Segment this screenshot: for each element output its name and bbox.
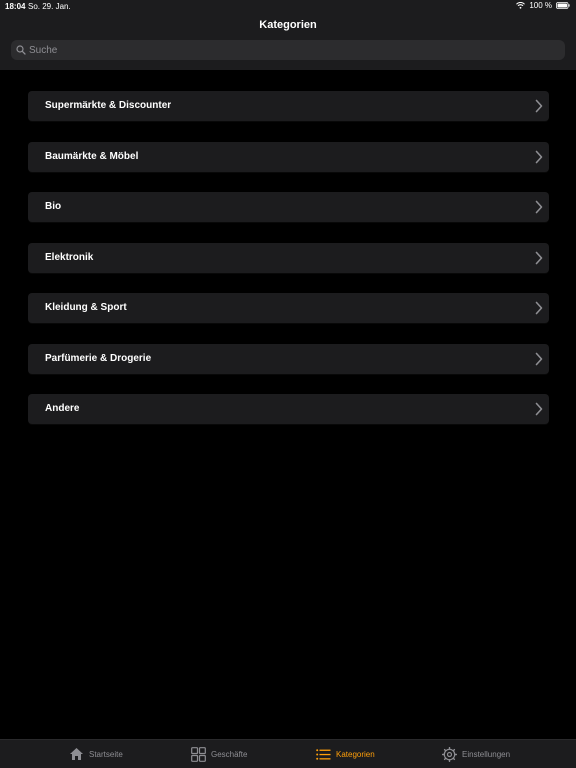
tab-einstellungen[interactable]: Einstellungen (442, 745, 510, 763)
status-time: 18:04 (5, 2, 26, 11)
category-label: Supermärkte & Discounter (45, 100, 172, 111)
battery-percentage: 100 % (529, 1, 552, 10)
category-item-bio[interactable]: Bio (28, 192, 549, 222)
tab-label: Einstellungen (462, 749, 511, 759)
category-item-baumaerkte[interactable]: Baumärkte & Möbel (28, 141, 549, 172)
gear-icon (442, 746, 457, 762)
category-item-kleidung[interactable]: Kleidung & Sport (28, 293, 549, 323)
tab-geschaefte[interactable]: Geschäfte (191, 745, 247, 763)
status-indicators: 100 % (516, 1, 570, 10)
category-item-elektronik[interactable]: Elektronik (28, 242, 549, 273)
grid-icon (191, 746, 206, 762)
status-bar: 18:04 So. 29. Jan. 100 % (0, 0, 576, 14)
chevron-right-icon (535, 150, 543, 164)
category-label: Andere (45, 403, 80, 414)
house-icon (69, 747, 84, 761)
search-bar[interactable] (11, 40, 565, 60)
chevron-right-icon (535, 251, 543, 265)
chevron-right-icon (535, 99, 543, 113)
tab-kategorien[interactable]: Kategorien (316, 745, 375, 763)
search-input[interactable] (29, 44, 529, 56)
category-label: Bio (45, 201, 62, 212)
category-label: Baumärkte & Möbel (45, 150, 139, 162)
chevron-right-icon (535, 402, 543, 416)
category-item-supermaerkte[interactable]: Supermärkte & Discounter (28, 91, 549, 121)
battery-icon (556, 2, 570, 9)
chevron-right-icon (535, 352, 543, 366)
category-list: Supermärkte & Discounter Baumärkte & Möb… (28, 91, 549, 445)
search-icon (16, 45, 29, 55)
tab-bar: Startseite Geschäfte Kategorien Einstell… (0, 739, 576, 768)
category-item-parfuemerie[interactable]: Parfümerie & Drogerie (28, 343, 549, 374)
chevron-right-icon (535, 200, 543, 214)
page-title: Kategorien (259, 19, 317, 31)
category-label: Parfümerie & Drogerie (45, 352, 152, 364)
category-label: Kleidung & Sport (45, 302, 127, 313)
tab-startseite[interactable]: Startseite (69, 745, 123, 763)
wifi-icon (516, 2, 526, 9)
category-item-andere[interactable]: Andere (28, 394, 549, 424)
status-date: So. 29. Jan. (28, 2, 71, 11)
tab-label: Geschäfte (211, 749, 248, 759)
header: 18:04 So. 29. Jan. 100 % Kategorien (0, 0, 576, 70)
tab-label: Startseite (89, 749, 123, 759)
list-icon (316, 748, 331, 760)
tab-label: Kategorien (336, 749, 375, 759)
category-label: Elektronik (45, 251, 94, 263)
chevron-right-icon (535, 301, 543, 315)
